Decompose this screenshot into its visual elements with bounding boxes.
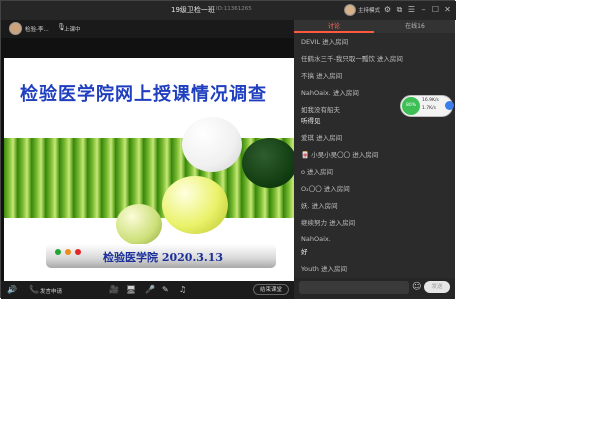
list-item: o 进入房间 [301, 168, 334, 176]
lecture-stage: 检验-李... 🎙 上课中 检验医学院网上授课情况调查 检验医学院 2020.3… [1, 20, 294, 281]
screen-share-icon[interactable]: 🖥 [126, 285, 136, 295]
teacher-name: 检验-李... [25, 27, 49, 33]
list-item: 🀄 小吴小吴〇〇 进入房间 [301, 151, 379, 159]
upload-speed: 16.9K/s [422, 98, 439, 103]
whiteboard-icon[interactable]: ✎ [162, 285, 169, 295]
list-item: 妖. 进入房间 [301, 202, 338, 210]
phone-icon[interactable]: 📞 [29, 285, 39, 295]
host-mode-toggle[interactable]: 主持模式 [358, 6, 380, 14]
slide-banner: 检验医学院 2020.3.13 [46, 244, 276, 268]
red-dot [75, 249, 81, 255]
network-speed-widget[interactable]: 80% 16.9K/s 1.7K/s [400, 95, 454, 117]
close-icon[interactable]: ✕ [442, 4, 453, 16]
download-speed: 1.7K/s [422, 106, 436, 111]
presentation-slide: 检验医学院网上授课情况调查 检验医学院 2020.3.13 [4, 58, 294, 281]
teacher-avatar[interactable] [9, 22, 22, 35]
chat-panel: 讨论 在线16 DEVIL 进入房间 任鹤水三千-我只取一瓢饮 进入房间 不搞 … [294, 20, 455, 299]
accelerator-logo-icon [445, 101, 454, 110]
slide-title: 检验医学院网上授课情况调查 [20, 84, 267, 105]
green-dot [55, 249, 61, 255]
speak-request-button[interactable]: 发言申请 [40, 287, 62, 297]
popout-icon[interactable]: ⧉ [394, 4, 405, 16]
list-item-reply: 好 [301, 248, 308, 256]
send-button[interactable]: 发送 [424, 281, 450, 293]
chat-input-area: ☺ 发送 [294, 278, 455, 299]
list-item: O₂〇〇 进入房间 [301, 185, 350, 193]
list-item: Youth 进入房间 [301, 265, 347, 273]
microphone-icon[interactable]: 🎤 [145, 285, 155, 295]
white-sphere [182, 117, 242, 172]
camera-icon[interactable]: 🎥 [109, 285, 119, 295]
slide-banner-text: 检验医学院 2020.3.13 [103, 251, 224, 264]
network-percent: 80% [402, 97, 420, 115]
list-item: NahOaix. 进入房间 [301, 89, 359, 97]
list-item-sender: 如我没有船夫 [301, 106, 340, 114]
music-icon[interactable]: ♫ [179, 285, 186, 295]
title-bar: 19级卫检一班 ID:11361265 主持模式 ⚙ ⧉ ☰ – ☐ ✕ [1, 1, 456, 20]
list-item: DEVIL 进入房间 [301, 38, 349, 46]
chat-input[interactable] [299, 281, 409, 294]
bottom-toolbar: 🔊 📞 发言申请 🎥 🖥 🎤 ✎ ♫ 结束课堂 [1, 281, 294, 299]
room-id: ID:11361265 [216, 6, 252, 12]
stage-header: 检验-李... 🎙 上课中 [1, 20, 294, 38]
list-item: 继续努力 进入房间 [301, 219, 356, 227]
emoji-icon[interactable]: ☺ [412, 281, 421, 293]
settings-icon[interactable]: ⚙ [382, 4, 393, 16]
tab-online[interactable]: 在线16 [375, 20, 455, 33]
minimize-icon[interactable]: – [418, 4, 429, 16]
class-status: 上课中 [64, 27, 81, 33]
yellow-sphere [162, 176, 228, 234]
tab-discussion[interactable]: 讨论 [294, 20, 374, 33]
dark-green-sphere [242, 138, 294, 188]
classroom-window: 19级卫检一班 ID:11361265 主持模式 ⚙ ⧉ ☰ – ☐ ✕ 检验-… [0, 0, 456, 299]
panel-tabs: 讨论 在线16 [294, 20, 455, 33]
speaker-icon[interactable]: 🔊 [7, 285, 17, 295]
list-item: 任鹤水三千-我只取一瓢饮 进入房间 [301, 55, 403, 63]
window-title: 19级卫检一班 [171, 6, 215, 14]
list-item-sender: NahOaix. [301, 235, 331, 243]
list-item: 爱琪 进入房间 [301, 134, 343, 142]
maximize-icon[interactable]: ☐ [430, 4, 441, 16]
host-avatar[interactable] [344, 4, 356, 16]
orange-dot [65, 249, 71, 255]
pale-green-sphere [116, 204, 162, 245]
end-class-button[interactable]: 结束课堂 [253, 284, 289, 295]
list-item: 不搞 进入房间 [301, 72, 343, 80]
menu-icon[interactable]: ☰ [406, 4, 417, 16]
list-item-reply: 听得见 [301, 117, 321, 125]
